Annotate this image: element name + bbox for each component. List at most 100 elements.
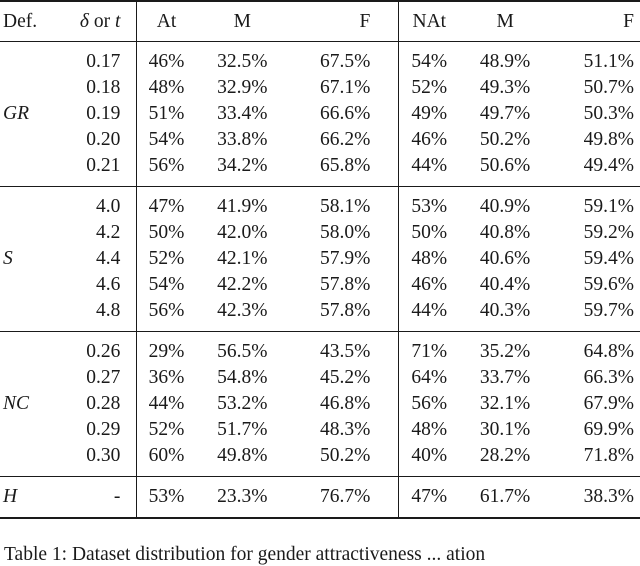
cell-at-m: 56.5% — [217, 341, 268, 362]
cell-at-m: 51.7% — [217, 419, 268, 440]
cell-nat-m: 40.6% — [479, 248, 531, 269]
cell-nat: 47% — [398, 476, 460, 518]
cell-at: 60% — [136, 443, 196, 477]
table-row: 0.29 52% 51.7% 48.3% 48% 30.1% 69.9% — [0, 417, 640, 443]
table-row: 0.21 56% 34.2% 65.8% 44% 50.6% 49.4% — [0, 153, 640, 187]
cell-nat-m: 40.4% — [479, 274, 531, 295]
cell-param: 4.6 — [96, 274, 121, 295]
cell-def: S — [3, 248, 13, 269]
cell-nat-f: 67.9% — [583, 393, 634, 414]
cell-at-m: 32.5% — [217, 51, 268, 72]
cell-nat: 48% — [398, 417, 460, 443]
cell-nat-f: 59.7% — [583, 300, 634, 321]
table-row: 4.2 50% 42.0% 58.0% 50% 40.8% 59.2% — [0, 220, 640, 246]
cell-param: 0.30 — [86, 445, 121, 466]
table-row: 4.0 47% 41.9% 58.1% 53% 40.9% 59.1% — [0, 186, 640, 221]
cell-nat-f: 59.1% — [583, 196, 634, 217]
cell-def — [0, 42, 64, 76]
cell-nat: 52% — [398, 75, 460, 101]
cell-def — [0, 187, 64, 221]
cell-at-m: 34.2% — [217, 155, 268, 176]
cell-def — [0, 365, 64, 391]
cell-nat: 40% — [398, 443, 460, 477]
cell-nat-m: 49.7% — [479, 103, 531, 124]
table-caption: Table 1: Dataset distribution for gender… — [4, 544, 486, 565]
dataset-distribution-table-container: Def. δ or t At M F NAt M F 0.17 46% 32.5% 6… — [0, 0, 640, 519]
cell-nat-m: 49.3% — [479, 77, 531, 98]
table-row: 0.27 36% 54.8% 45.2% 64% 33.7% 66.3% — [0, 365, 640, 391]
header-nat-f: F — [623, 11, 634, 32]
cell-nat-f: 71.8% — [583, 445, 634, 466]
cell-def — [0, 75, 64, 101]
cell-at: 54% — [136, 127, 196, 153]
cell-param: 0.26 — [86, 341, 121, 362]
cell-at: 46% — [136, 41, 196, 75]
table-row: 0.18 48% 32.9% 67.1% 52% 49.3% 50.7% — [0, 75, 640, 101]
cell-param: 4.4 — [96, 248, 121, 269]
cell-at: 56% — [136, 298, 196, 332]
header-nat: NAt — [398, 1, 460, 42]
cell-nat-m: 50.2% — [479, 129, 531, 150]
cell-at-f: 66.6% — [320, 103, 371, 124]
cell-param: - — [113, 486, 121, 507]
cell-nat: 56% — [398, 391, 460, 417]
cell-at: 48% — [136, 75, 196, 101]
cell-at-f: 76.7% — [320, 486, 371, 507]
cell-param: 0.28 — [86, 393, 121, 414]
cell-nat-f: 66.3% — [583, 367, 634, 388]
cell-at-m: 23.3% — [217, 486, 268, 507]
cell-at-f: 66.2% — [320, 129, 371, 150]
cell-at: 53% — [136, 476, 196, 518]
cell-at-f: 67.1% — [320, 77, 371, 98]
cell-at-f: 43.5% — [320, 341, 371, 362]
cell-nat: 46% — [398, 127, 460, 153]
dataset-distribution-table: Def. δ or t At M F NAt M F 0.17 46% 32.5% 6… — [0, 0, 640, 519]
cell-def — [0, 272, 64, 298]
cell-def — [0, 298, 64, 332]
cell-def: NC — [3, 393, 30, 414]
cell-nat-f: 50.3% — [583, 103, 634, 124]
cell-at-m: 54.8% — [217, 367, 268, 388]
cell-nat-m: 48.9% — [479, 51, 531, 72]
table-row: 0.17 46% 32.5% 67.5% 54% 48.9% 51.1% — [0, 41, 640, 76]
cell-nat-m: 35.2% — [479, 341, 531, 362]
header-def: Def. — [3, 11, 38, 32]
cell-at-f: 58.0% — [320, 222, 371, 243]
cell-nat: 49% — [398, 101, 460, 127]
cell-nat-f: 69.9% — [583, 419, 634, 440]
cell-param: 4.0 — [96, 196, 121, 217]
cell-nat-f: 50.7% — [583, 77, 634, 98]
cell-nat: 71% — [398, 331, 460, 365]
cell-at: 47% — [136, 186, 196, 220]
cell-nat: 48% — [398, 246, 460, 272]
table-row: 0.30 60% 49.8% 50.2% 40% 28.2% 71.8% — [0, 443, 640, 477]
cell-at: 54% — [136, 272, 196, 298]
cell-param: 0.17 — [86, 51, 121, 72]
header-at-f: F — [359, 11, 371, 32]
cell-at-m: 42.0% — [217, 222, 268, 243]
cell-nat-m: 33.7% — [479, 367, 531, 388]
cell-at-m: 33.4% — [217, 103, 268, 124]
cell-nat-m: 61.7% — [479, 486, 531, 507]
cell-param: 0.20 — [86, 129, 121, 150]
cell-at: 36% — [136, 365, 196, 391]
cell-nat: 64% — [398, 365, 460, 391]
cell-nat-f: 49.4% — [583, 155, 634, 176]
cell-nat-m: 50.6% — [479, 155, 531, 176]
cell-at-f: 50.2% — [320, 445, 371, 466]
cell-param: 0.19 — [86, 103, 121, 124]
cell-nat-m: 30.1% — [479, 419, 531, 440]
cell-param: 0.18 — [86, 77, 121, 98]
cell-param: 0.29 — [86, 419, 121, 440]
cell-nat: 44% — [398, 298, 460, 332]
cell-at: 50% — [136, 220, 196, 246]
cell-nat-f: 59.6% — [583, 274, 634, 295]
table-row: S 4.4 52% 42.1% 57.9% 48% 40.6% 59.4% — [0, 246, 640, 272]
cell-param: 4.2 — [96, 222, 121, 243]
table-row: 4.8 56% 42.3% 57.8% 44% 40.3% 59.7% — [0, 298, 640, 332]
cell-nat: 50% — [398, 220, 460, 246]
cell-at-m: 42.2% — [217, 274, 268, 295]
cell-def — [0, 153, 64, 187]
header-at-m: M — [233, 11, 251, 32]
cell-def: GR — [3, 103, 29, 124]
